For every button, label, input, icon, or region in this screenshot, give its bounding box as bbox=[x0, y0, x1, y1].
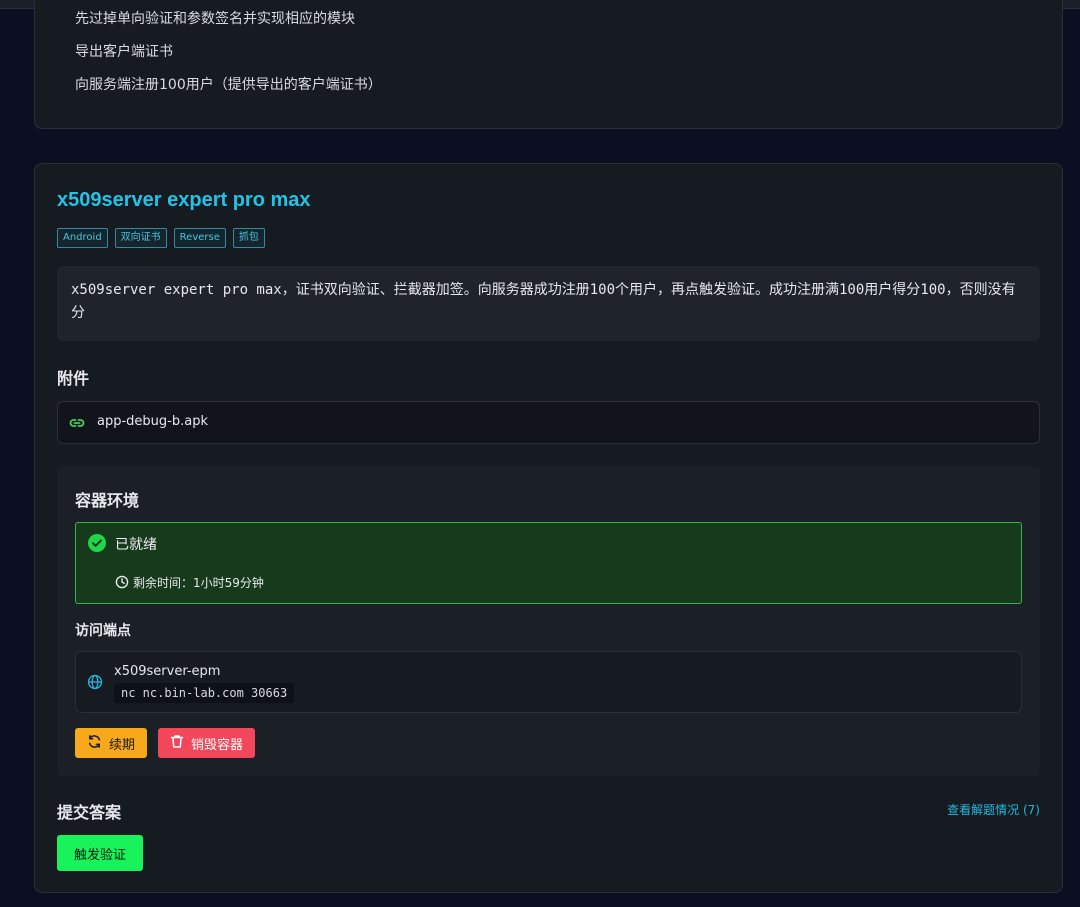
globe-icon bbox=[87, 674, 103, 694]
attachments-heading: 附件 bbox=[57, 369, 90, 388]
attachment-item[interactable]: app-debug-b.apk bbox=[57, 401, 1040, 444]
remaining-time: 剩余时间：1小时59分钟 bbox=[133, 576, 264, 590]
container-heading: 容器环境 bbox=[75, 491, 140, 510]
endpoints-heading: 访问端点 bbox=[75, 623, 131, 639]
tag-capture: 抓包 bbox=[232, 228, 265, 248]
check-circle-icon bbox=[88, 534, 106, 552]
link-icon bbox=[69, 415, 85, 435]
renew-button[interactable]: 续期 bbox=[75, 728, 147, 758]
destroy-container-button[interactable]: 销毁容器 bbox=[158, 728, 255, 758]
attachment-filename[interactable]: app-debug-b.apk bbox=[97, 414, 208, 429]
challenge-description: x509server expert pro max，证书双向验证、拦截器加签。向… bbox=[57, 266, 1040, 341]
endpoint-item: x509server-epm nc nc.bin-lab.com 30663 bbox=[75, 651, 1022, 713]
task-item: 先过掉单向验证和参数签名并实现相应的模块 bbox=[75, 11, 355, 27]
tag-reverse: Reverse bbox=[173, 228, 226, 248]
refresh-icon bbox=[87, 734, 102, 753]
tag-list: Android 双向证书 Reverse 抓包 bbox=[57, 228, 265, 248]
task-item: 导出客户端证书 bbox=[75, 44, 173, 60]
challenge-card: x509server expert pro max Android 双向证书 R… bbox=[34, 163, 1063, 893]
endpoint-name: x509server-epm bbox=[114, 664, 221, 679]
container-status-box: 已就绪 剩余时间：1小时59分钟 bbox=[75, 522, 1022, 604]
trigger-verification-button[interactable]: 触发验证 bbox=[57, 835, 143, 871]
task-item: 向服务端注册100用户（提供导出的客户端证书） bbox=[75, 77, 382, 93]
container-environment-panel: 容器环境 已就绪 剩余时间：1小时59分钟 访问端点 x509server-ep… bbox=[57, 466, 1040, 776]
trash-icon bbox=[170, 734, 184, 753]
destroy-label: 销毁容器 bbox=[191, 737, 244, 753]
clock-icon bbox=[115, 574, 129, 593]
status-label: 已就绪 bbox=[115, 537, 157, 553]
renew-label: 续期 bbox=[109, 737, 136, 753]
tag-mutual-cert: 双向证书 bbox=[114, 228, 167, 248]
submit-heading: 提交答案 bbox=[57, 803, 122, 822]
tag-android: Android bbox=[57, 228, 108, 248]
view-solves-link[interactable]: 查看解题情况 (7) bbox=[947, 801, 1040, 818]
challenge-title: x509server expert pro max bbox=[57, 189, 311, 211]
previous-challenge-card: 先过掉单向验证和参数签名并实现相应的模块 导出客户端证书 向服务端注册100用户… bbox=[34, 0, 1063, 129]
endpoint-command[interactable]: nc nc.bin-lab.com 30663 bbox=[114, 683, 295, 703]
